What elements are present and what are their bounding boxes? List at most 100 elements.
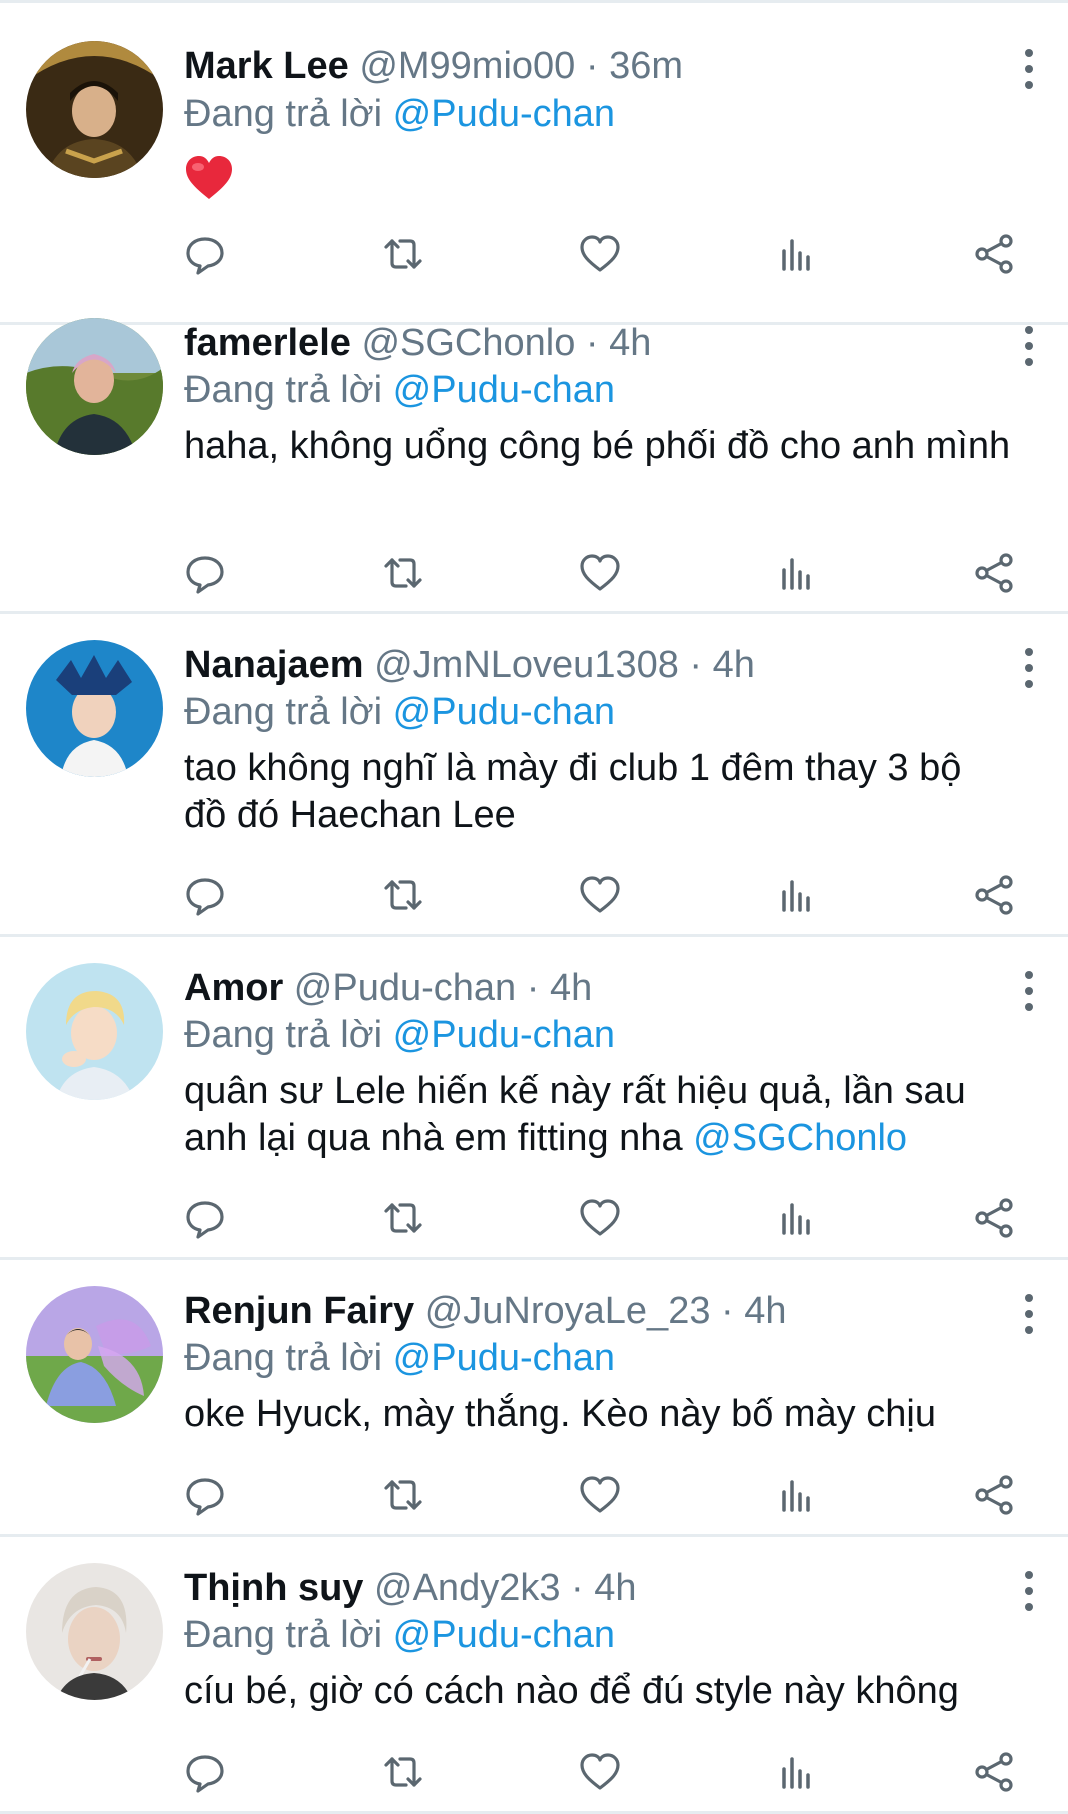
like-icon[interactable]: [575, 548, 625, 598]
share-icon[interactable]: [970, 870, 1020, 920]
replying-to: Đang trả lời @Pudu-chan: [184, 687, 615, 737]
reply-icon[interactable]: [180, 1470, 230, 1520]
tweet-header: Mark Lee @M99mio00 · 36m: [184, 41, 683, 91]
display-name[interactable]: Renjun Fairy: [184, 1290, 414, 1332]
more-options-icon[interactable]: [1014, 1294, 1044, 1334]
tweet-text: cíu bé, giờ có cách nào để đú style này …: [184, 1670, 959, 1712]
stats-icon[interactable]: [772, 229, 822, 279]
timestamp[interactable]: 4h: [594, 1567, 636, 1609]
share-icon[interactable]: [970, 1470, 1020, 1520]
avatar[interactable]: [26, 318, 163, 455]
reply-icon[interactable]: [180, 1747, 230, 1797]
more-options-icon[interactable]: [1014, 1571, 1044, 1611]
replying-to: Đang trả lời @Pudu-chan: [184, 1610, 615, 1660]
red-heart-emoji: [184, 155, 234, 201]
reply-mention[interactable]: @Pudu-chan: [393, 1614, 615, 1656]
retweet-icon[interactable]: [378, 1193, 428, 1243]
tweet-header: Nanajaem @JmNLoveu1308 · 4h: [184, 640, 755, 690]
avatar[interactable]: [26, 1286, 163, 1423]
timestamp[interactable]: 4h: [550, 967, 592, 1009]
reply-icon[interactable]: [180, 229, 230, 279]
tweet-actions: [0, 1470, 1068, 1520]
tweet-item[interactable]: Thịnh suy @Andy2k3 · 4h Đang trả lời @Pu…: [0, 1537, 1068, 1814]
tweet-header: Amor @Pudu-chan · 4h: [184, 963, 592, 1013]
handle[interactable]: @JmNLoveu1308: [374, 644, 679, 686]
reply-mention[interactable]: @Pudu-chan: [393, 369, 615, 411]
stats-icon[interactable]: [772, 870, 822, 920]
tweet-actions: [0, 548, 1068, 598]
more-options-icon[interactable]: [1014, 326, 1044, 366]
handle[interactable]: @JuNroyaLe_23: [425, 1290, 711, 1332]
retweet-icon[interactable]: [378, 1470, 428, 1520]
stats-icon[interactable]: [772, 1470, 822, 1520]
tweet-item[interactable]: Renjun Fairy @JuNroyaLe_23 · 4h Đang trả…: [0, 1260, 1068, 1537]
reply-mention[interactable]: @Pudu-chan: [393, 691, 615, 733]
handle[interactable]: @SGChonlo: [361, 322, 575, 364]
reply-feed: Mark Lee @M99mio00 · 36m Đang trả lời @P…: [0, 0, 1068, 1814]
retweet-icon[interactable]: [378, 229, 428, 279]
tweet-text: quân sư Lele hiến kế này rất hiệu quả, l…: [184, 1068, 1014, 1162]
like-icon[interactable]: [575, 229, 625, 279]
display-name[interactable]: Amor: [184, 967, 283, 1009]
like-icon[interactable]: [575, 1470, 625, 1520]
stats-icon[interactable]: [772, 1747, 822, 1797]
tweet-item[interactable]: Amor @Pudu-chan · 4h Đang trả lời @Pudu-…: [0, 937, 1068, 1260]
replying-to: Đang trả lời @Pudu-chan: [184, 365, 615, 415]
reply-prefix: Đang trả lời: [184, 1337, 383, 1379]
replying-to: Đang trả lời @Pudu-chan: [184, 1010, 615, 1060]
handle[interactable]: @M99mio00: [359, 45, 575, 87]
separator: ·: [571, 1567, 584, 1609]
more-options-icon[interactable]: [1014, 648, 1044, 688]
timestamp[interactable]: 4h: [609, 322, 651, 364]
display-name[interactable]: Thịnh suy: [184, 1567, 363, 1609]
timestamp[interactable]: 4h: [713, 644, 755, 686]
avatar[interactable]: [26, 640, 163, 777]
timestamp[interactable]: 36m: [609, 45, 683, 87]
tweet-actions: [0, 229, 1068, 279]
reply-mention[interactable]: @Pudu-chan: [393, 93, 615, 135]
retweet-icon[interactable]: [378, 548, 428, 598]
handle[interactable]: @Andy2k3: [374, 1567, 560, 1609]
reply-icon[interactable]: [180, 870, 230, 920]
like-icon[interactable]: [575, 1747, 625, 1797]
more-options-icon[interactable]: [1014, 971, 1044, 1011]
display-name[interactable]: Mark Lee: [184, 45, 349, 87]
reply-prefix: Đang trả lời: [184, 369, 383, 411]
avatar[interactable]: [26, 963, 163, 1100]
share-icon[interactable]: [970, 548, 1020, 598]
like-icon[interactable]: [575, 870, 625, 920]
tweet-text: haha, không uổng công bé phối đồ cho anh…: [184, 425, 1011, 467]
stats-icon[interactable]: [772, 548, 822, 598]
share-icon[interactable]: [970, 229, 1020, 279]
separator: ·: [721, 1290, 734, 1332]
tweet-item[interactable]: Nanajaem @JmNLoveu1308 · 4h Đang trả lời…: [0, 614, 1068, 937]
tweet-item[interactable]: famerlele @SGChonlo · 4h Đang trả lời @P…: [0, 292, 1068, 614]
separator: ·: [689, 644, 703, 686]
share-icon[interactable]: [970, 1747, 1020, 1797]
tweet-header: famerlele @SGChonlo · 4h: [184, 318, 651, 368]
tweet-text: oke Hyuck, mày thắng. Kèo này bố mày chị…: [184, 1393, 936, 1435]
tweet-actions: [0, 1193, 1068, 1243]
text-mention[interactable]: @SGChonlo: [693, 1117, 907, 1159]
reply-icon[interactable]: [180, 548, 230, 598]
stats-icon[interactable]: [772, 1193, 822, 1243]
like-icon[interactable]: [575, 1193, 625, 1243]
timestamp[interactable]: 4h: [744, 1290, 786, 1332]
tweet-item[interactable]: Mark Lee @M99mio00 · 36m Đang trả lời @P…: [0, 3, 1068, 325]
avatar[interactable]: [26, 41, 163, 178]
reply-mention[interactable]: @Pudu-chan: [393, 1014, 615, 1056]
separator: ·: [585, 45, 599, 87]
display-name[interactable]: Nanajaem: [184, 644, 364, 686]
tweet-header: Thịnh suy @Andy2k3 · 4h: [184, 1563, 637, 1613]
tweet-header: Renjun Fairy @JuNroyaLe_23 · 4h: [184, 1286, 787, 1336]
avatar[interactable]: [26, 1563, 163, 1700]
reply-mention[interactable]: @Pudu-chan: [393, 1337, 615, 1379]
handle[interactable]: @Pudu-chan: [294, 967, 516, 1009]
reply-icon[interactable]: [180, 1193, 230, 1243]
retweet-icon[interactable]: [378, 870, 428, 920]
retweet-icon[interactable]: [378, 1747, 428, 1797]
more-options-icon[interactable]: [1014, 49, 1044, 89]
display-name[interactable]: famerlele: [184, 322, 351, 364]
share-icon[interactable]: [970, 1193, 1020, 1243]
replying-to: Đang trả lời @Pudu-chan: [184, 1333, 615, 1383]
